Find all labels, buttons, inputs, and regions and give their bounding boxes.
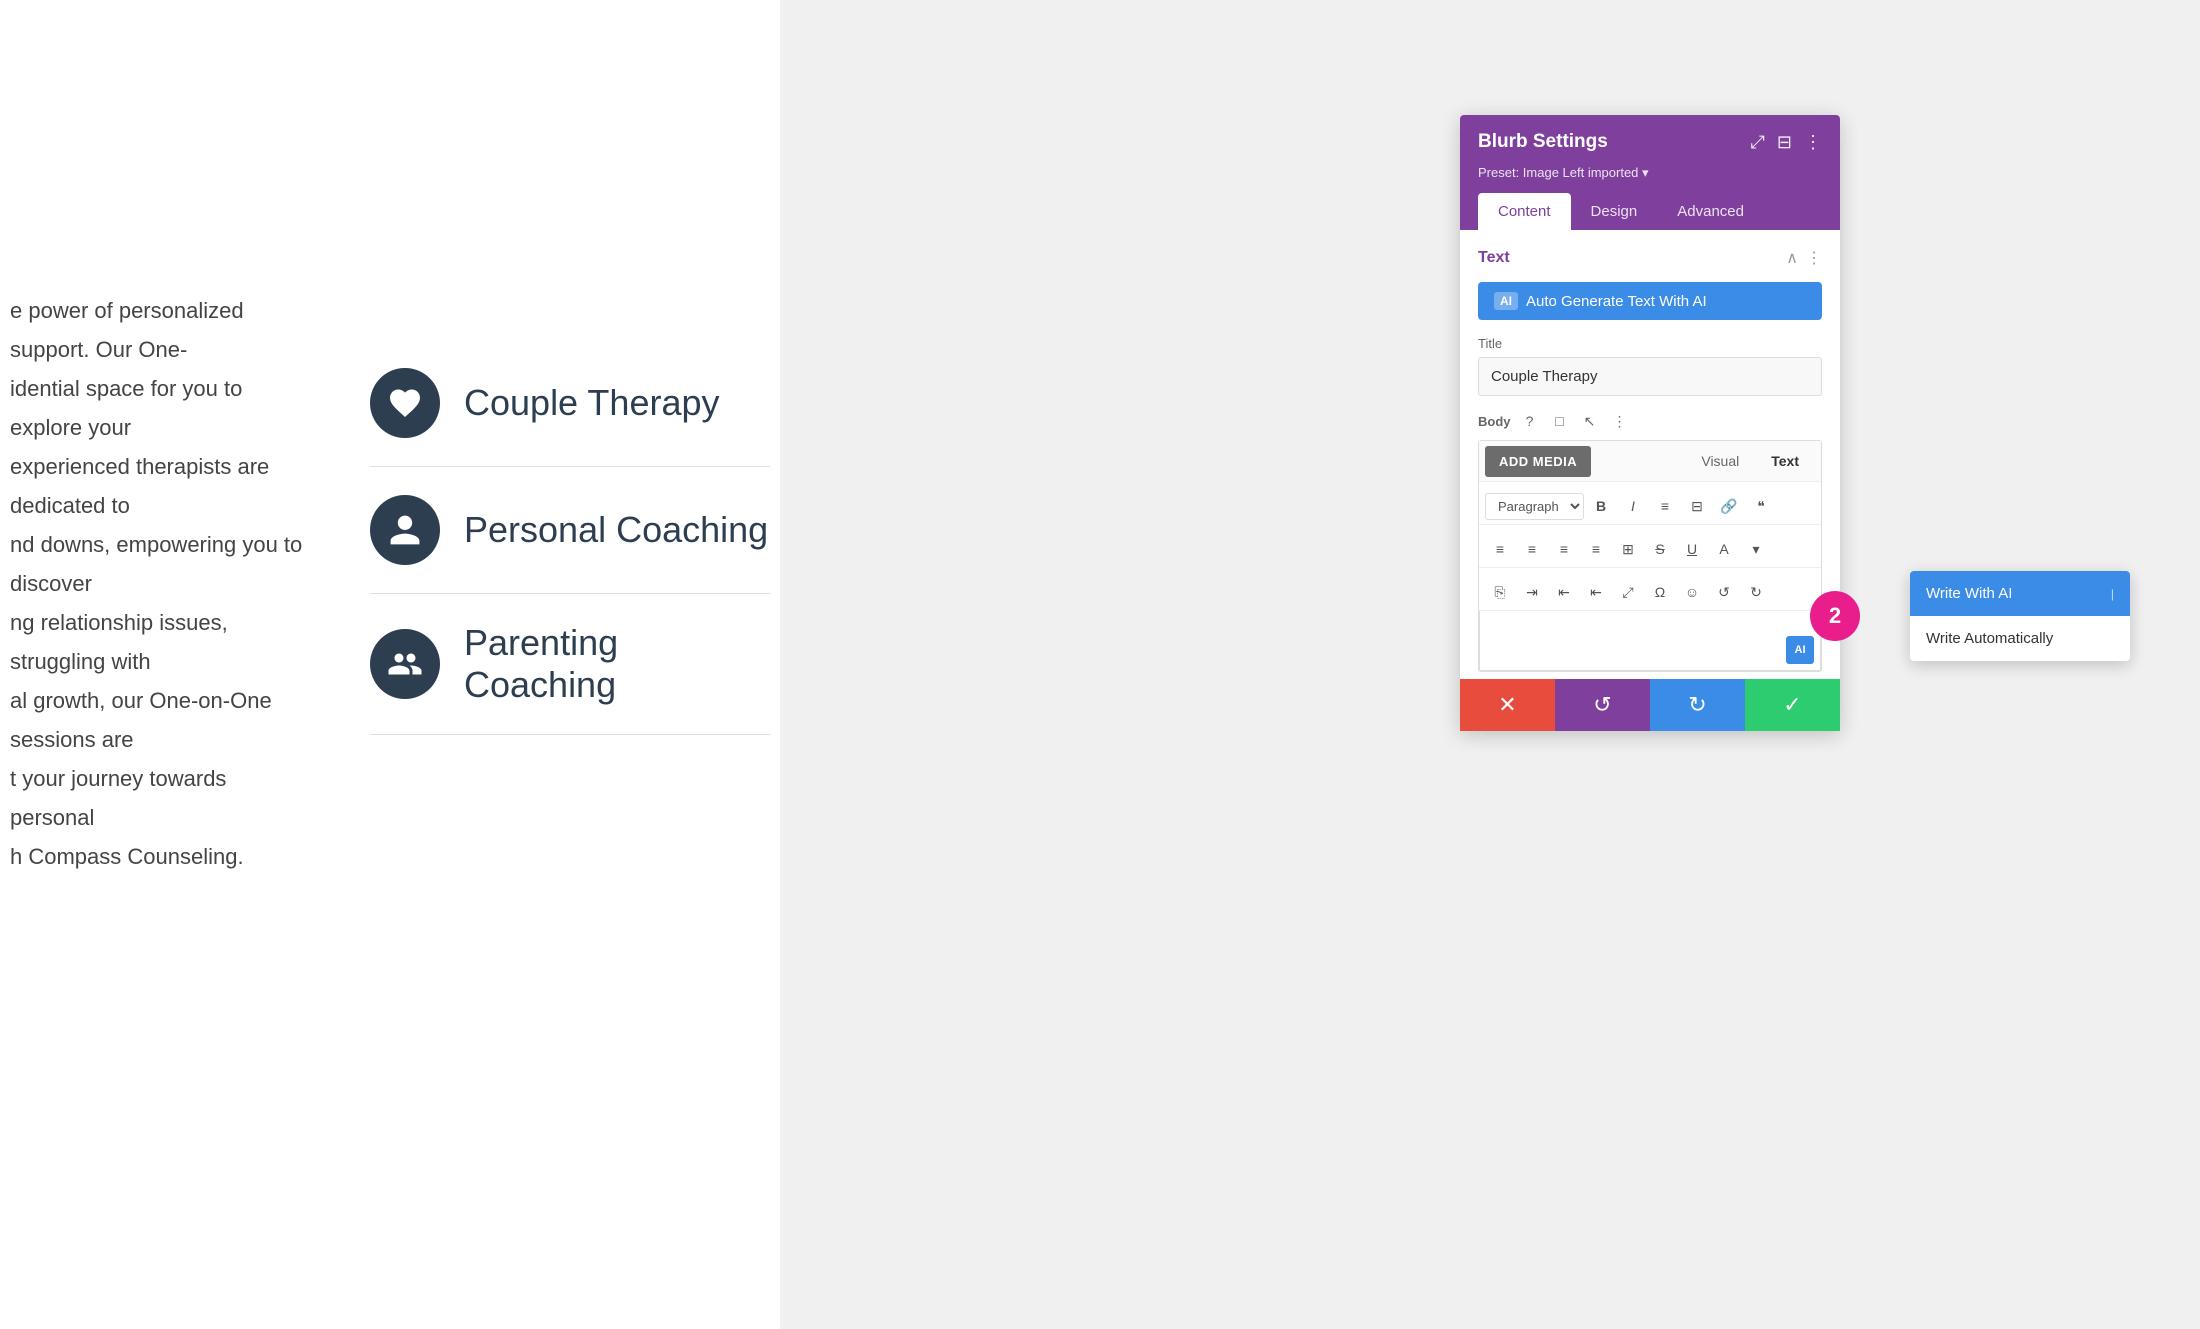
cursor-icon[interactable]: ↖ (1579, 410, 1601, 432)
body-toolbar: Body ? □ ↖ ⋮ (1478, 410, 1822, 432)
ai-inline-button[interactable]: AI (1786, 636, 1814, 664)
people-icon (387, 646, 423, 682)
align-left-button[interactable]: ≡ (1485, 535, 1515, 563)
redo-button[interactable]: ↻ (1650, 679, 1745, 731)
more-options-icon[interactable]: ⋮ (1609, 410, 1631, 432)
cancel-button[interactable]: ✕ (1460, 679, 1555, 731)
bottom-bar: ✕ ↺ ↻ ✓ (1460, 679, 1840, 731)
body-label: Body (1478, 414, 1511, 429)
editor-top-row: ADD MEDIA Visual Text (1479, 441, 1821, 482)
editor-view-tabs: Visual Text (1685, 445, 1815, 477)
unordered-list-button[interactable]: ≡ (1650, 492, 1680, 520)
couple-therapy-icon (370, 368, 440, 438)
panel-title-icons: ⤢ ⊟ ⋮ (1751, 132, 1823, 153)
indent-button[interactable]: ⇥ (1517, 578, 1547, 606)
paste-text-button[interactable]: ⎘ (1485, 578, 1515, 606)
list-item: Couple Therapy (370, 340, 770, 467)
title-input[interactable] (1478, 357, 1822, 396)
title-field-label: Title (1478, 336, 1822, 351)
formatting-toolbar-1: Paragraph B I ≡ ⊟ 🔗 ❝ (1479, 488, 1821, 525)
collapse-icon[interactable]: ∧ (1786, 248, 1798, 268)
tab-visual[interactable]: Visual (1685, 445, 1755, 477)
more-icon[interactable]: ⋮ (1804, 132, 1822, 153)
body-text-content: e power of personalized support. Our One… (10, 298, 302, 869)
personal-coaching-label: Personal Coaching (464, 509, 768, 551)
align-right-button[interactable]: ≡ (1549, 535, 1579, 563)
panel-preset[interactable]: Preset: Image Left imported ▾ (1478, 165, 1822, 181)
list-item: Parenting Coaching (370, 594, 770, 735)
parenting-coaching-icon (370, 629, 440, 699)
italic-button[interactable]: I (1618, 492, 1648, 520)
tab-design[interactable]: Design (1571, 193, 1658, 230)
panel-title-row: Blurb Settings ⤢ ⊟ ⋮ (1478, 131, 1822, 153)
write-with-ai-option[interactable]: Write With AI | (1910, 571, 2130, 616)
personal-coaching-icon (370, 495, 440, 565)
panel-header: Blurb Settings ⤢ ⊟ ⋮ Preset: Image Left … (1460, 115, 1840, 230)
person-icon (387, 512, 423, 548)
couple-therapy-label: Couple Therapy (464, 382, 720, 424)
section-more-icon[interactable]: ⋮ (1806, 248, 1822, 268)
bold-button[interactable]: B (1586, 492, 1616, 520)
undo-button[interactable]: ↺ (1555, 679, 1650, 731)
table-button[interactable]: ⊞ (1613, 535, 1643, 563)
ordered-list-button[interactable]: ⊟ (1682, 492, 1712, 520)
link-button[interactable]: 🔗 (1714, 492, 1744, 520)
service-list: Couple Therapy Personal Coaching Parenti… (370, 340, 770, 735)
save-button[interactable]: ✓ (1745, 679, 1840, 731)
emoji-button[interactable]: ☺ (1677, 578, 1707, 606)
quote-button[interactable]: ❝ (1746, 492, 1776, 520)
expand-icon[interactable]: ⤢ (1751, 132, 1765, 153)
section-controls: ∧ ⋮ (1786, 248, 1822, 268)
editor-container: ADD MEDIA Visual Text Paragraph B I ≡ ⊟ … (1478, 440, 1822, 672)
redo-editor-button[interactable]: ↻ (1741, 578, 1771, 606)
tab-text[interactable]: Text (1755, 445, 1815, 477)
left-panel: e power of personalized support. Our One… (0, 0, 780, 1329)
fullscreen-button[interactable]: ⤢ (1613, 578, 1643, 606)
heart-icon (387, 385, 423, 421)
ai-generate-button[interactable]: AI Auto Generate Text With AI (1478, 282, 1822, 320)
help-icon[interactable]: ? (1519, 410, 1541, 432)
formatting-toolbar-2: ≡ ≡ ≡ ≡ ⊞ S U A ▾ (1479, 531, 1821, 568)
outdent-button[interactable]: ⇤ (1549, 578, 1579, 606)
strikethrough-button[interactable]: S (1645, 535, 1675, 563)
tab-advanced[interactable]: Advanced (1657, 193, 1764, 230)
split-icon[interactable]: ⊟ (1777, 132, 1792, 153)
body-text: e power of personalized support. Our One… (0, 290, 320, 875)
formatting-toolbar-3: ⎘ ⇥ ⇤ ⇤ ⤢ Ω ☺ ↺ ↻ (1479, 574, 1821, 611)
panel-title: Blurb Settings (1478, 131, 1608, 153)
tab-content[interactable]: Content (1478, 193, 1571, 230)
special-char-button[interactable]: Ω (1645, 578, 1675, 606)
font-color-dropdown[interactable]: ▾ (1741, 535, 1771, 563)
align-center-button[interactable]: ≡ (1517, 535, 1547, 563)
indent-right-button[interactable]: ⇤ (1581, 578, 1611, 606)
ai-badge-label: AI (1494, 292, 1518, 310)
text-section-header: Text ∧ ⋮ (1478, 248, 1822, 268)
paragraph-select[interactable]: Paragraph (1485, 493, 1584, 520)
align-justify-button[interactable]: ≡ (1581, 535, 1611, 563)
list-item: Personal Coaching (370, 467, 770, 594)
parenting-coaching-label: Parenting Coaching (464, 622, 770, 706)
write-automatically-option[interactable]: Write Automatically (1910, 616, 2130, 661)
ai-dropdown: Write With AI | Write Automatically (1910, 571, 2130, 661)
device-icon[interactable]: □ (1549, 410, 1571, 432)
panel-tabs: Content Design Advanced (1478, 193, 1822, 230)
add-media-button[interactable]: ADD MEDIA (1485, 446, 1591, 477)
step-badge: 2 (1810, 591, 1860, 641)
font-color-button[interactable]: A (1709, 535, 1739, 563)
undo-editor-button[interactable]: ↺ (1709, 578, 1739, 606)
panel-body: Text ∧ ⋮ AI Auto Generate Text With AI T… (1460, 230, 1840, 731)
cursor-in-dropdown: | (2111, 587, 2114, 601)
text-section-title: Text (1478, 249, 1510, 267)
ai-generate-label: Auto Generate Text With AI (1526, 293, 1707, 310)
editor-area[interactable]: AI (1479, 611, 1821, 671)
underline-button[interactable]: U (1677, 535, 1707, 563)
settings-panel: Blurb Settings ⤢ ⊟ ⋮ Preset: Image Left … (1460, 115, 1840, 731)
